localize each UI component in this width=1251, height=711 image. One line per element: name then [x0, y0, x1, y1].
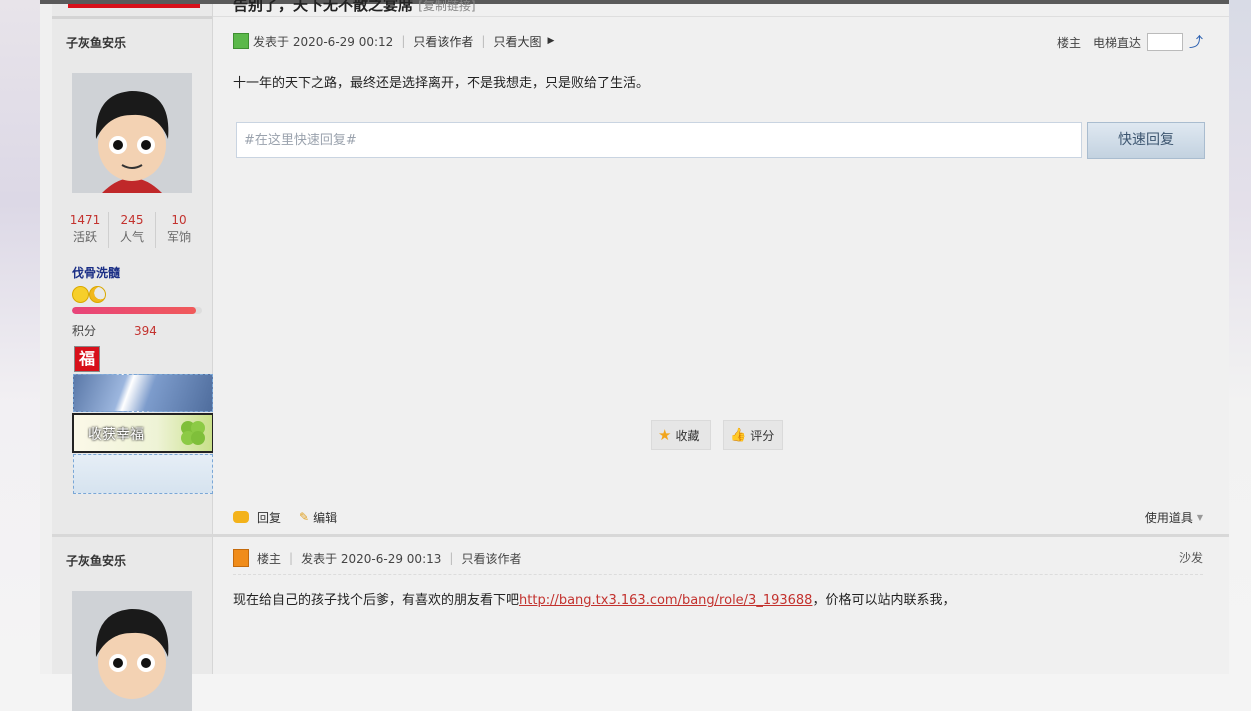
post-time: 发表于 2020-6-29 00:12	[253, 34, 394, 49]
favorite-label: 收藏	[675, 428, 700, 443]
post-divider	[212, 534, 1229, 537]
separator: |	[289, 551, 294, 565]
rate-button[interactable]: 👍 评分	[723, 420, 783, 450]
stat-label: 军饷	[166, 230, 191, 244]
rate-label: 评分	[750, 428, 775, 443]
only-author-link-2[interactable]: 只看该作者	[461, 550, 521, 567]
floor-number: 沙发	[1178, 551, 1203, 565]
sidebar-top-rule	[52, 16, 212, 19]
author-name[interactable]: 子灰鱼安乐	[66, 34, 126, 51]
post2-text-before: 现在给自己的孩子找个后爹，有喜欢的朋友看下吧	[233, 593, 520, 608]
stat-value: 245	[120, 213, 144, 227]
main-top-rule	[213, 16, 1229, 17]
stat-label: 人气	[119, 230, 144, 244]
quick-reply-input[interactable]: #在这里快速回复#	[236, 122, 1082, 158]
medal-banner-clover[interactable]: 收获幸福	[72, 413, 214, 453]
star-icon: ★	[658, 426, 672, 444]
elevator-go-icon[interactable]: ⤴	[1189, 32, 1203, 52]
moon-icon	[89, 286, 106, 303]
thread-title: 告别了，天下无不散之宴席 [复制链接]	[233, 0, 476, 15]
medal-banner-sky[interactable]	[73, 374, 213, 412]
online-status-icon	[233, 33, 249, 49]
author-stats: 1471 活跃 245 人气 10 军饷	[62, 212, 202, 248]
page-background-right	[1229, 0, 1251, 674]
level-progress-fill	[72, 307, 196, 314]
author-sidebar: 子灰鱼安乐 1471 活跃 245 人气 10 军饷 伐骨洗髓 积分 394 福…	[52, 4, 214, 711]
only-author-link[interactable]: 只看该作者	[413, 33, 473, 50]
quick-reply-button[interactable]: 快速回复	[1087, 122, 1205, 159]
author-name-2[interactable]: 子灰鱼安乐	[66, 552, 126, 569]
post2-content: 现在给自己的孩子找个后爹，有喜欢的朋友看下吧http://bang.tx3.16…	[233, 589, 955, 608]
sidebar-top-tab	[68, 4, 200, 8]
chevron-down-icon[interactable]: ▼	[1197, 513, 1203, 522]
post1-content: 十一年的天下之路，最终还是选择离开，不是我想走，只是败给了生活。	[233, 76, 650, 91]
reply-bubble-icon	[233, 511, 249, 523]
rank-title[interactable]: 伐骨洗髓	[72, 264, 120, 281]
post-time-2: 发表于 2020-6-29 00:13	[301, 551, 442, 566]
role-link[interactable]: http://bang.tx3.163.com/bang/role/3_1936…	[519, 593, 812, 608]
stat-value: 1471	[69, 213, 101, 227]
reply-link[interactable]: 回复	[257, 509, 281, 526]
floor-label: 楼主	[1056, 35, 1081, 50]
thread-title-text: 告别了，天下无不散之宴席	[233, 0, 414, 14]
stat-activity[interactable]: 1471 活跃	[62, 212, 109, 248]
floor-owner-label: 楼主	[257, 551, 282, 566]
post2-text-after: ，价格可以站内联系我，	[812, 593, 956, 608]
separator: |	[401, 34, 406, 48]
copy-link[interactable]: [复制链接]	[418, 0, 475, 13]
triangle-right-icon[interactable]: ▶	[547, 36, 554, 46]
score-label: 积分	[72, 324, 97, 338]
post1-meta: 发表于 2020-6-29 00:12 | 只看该作者 | 只看大图 ▶	[233, 33, 554, 49]
stat-label: 活跃	[72, 230, 97, 244]
avatar-cartoon-icon	[72, 73, 192, 193]
dotted-divider	[233, 574, 1203, 575]
elevator-input[interactable]	[1147, 33, 1183, 51]
thread-container: 子灰鱼安乐 1471 活跃 245 人气 10 军饷 伐骨洗髓 积分 394 福…	[40, 0, 1229, 711]
separator: |	[449, 551, 454, 565]
score-value: 394	[134, 324, 157, 338]
thumbs-up-icon: 👍	[730, 427, 747, 443]
separator: |	[481, 34, 486, 48]
elevator-label: 电梯直达	[1092, 35, 1141, 50]
user-card-icon	[233, 549, 249, 567]
banner-text: 收获幸福	[88, 427, 144, 443]
use-tools-dropdown[interactable]: 使用道具	[1145, 509, 1193, 526]
stat-value: 10	[171, 213, 187, 227]
edit-link[interactable]: 编辑	[313, 509, 337, 526]
post-tools: 楼主 电梯直达 ⤴	[1057, 32, 1203, 52]
avatar[interactable]	[72, 73, 192, 193]
big-image-link[interactable]: 只看大图	[493, 33, 541, 50]
score-row: 积分 394	[72, 322, 157, 339]
level-progress-bar	[72, 307, 202, 314]
post2-meta: 楼主 | 发表于 2020-6-29 00:13 | 只看该作者	[233, 549, 521, 567]
smiley-icon	[72, 286, 89, 303]
favorite-button[interactable]: ★ 收藏	[651, 420, 711, 450]
post-divider-side	[52, 534, 213, 537]
fortune-medal[interactable]: 福	[74, 346, 100, 372]
post1-footer: 回复 ✎ 编辑 使用道具 ▼	[233, 507, 1203, 527]
medal-banner-mountain[interactable]	[73, 454, 213, 494]
clover-icon	[181, 421, 205, 445]
stat-salary[interactable]: 10 军饷	[156, 212, 202, 248]
pencil-icon: ✎	[299, 510, 310, 524]
stat-popularity[interactable]: 245 人气	[109, 212, 156, 248]
page-background-left	[0, 0, 40, 674]
avatar-2[interactable]	[72, 591, 192, 711]
avatar-cartoon-icon	[72, 591, 192, 711]
post-main: 告别了，天下无不散之宴席 [复制链接] 发表于 2020-6-29 00:12 …	[212, 0, 1229, 674]
